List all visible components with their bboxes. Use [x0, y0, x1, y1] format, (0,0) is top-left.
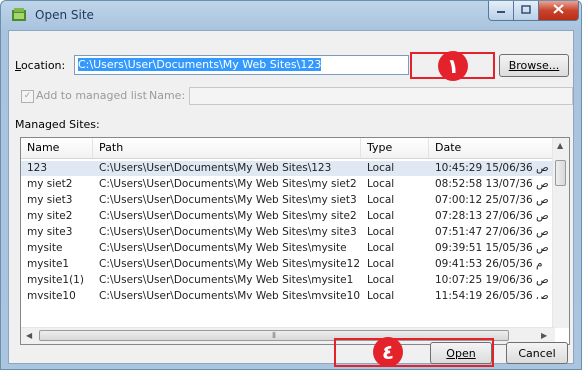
site-type: Local: [367, 242, 395, 254]
site-path: C:\Users\User\Documents\My Web Sites\my …: [99, 178, 357, 190]
annotation-badge-4: ٤: [373, 337, 403, 367]
site-name: my site2: [27, 210, 73, 222]
open-site-dialog: Open Site Location: C:\Users\User\Docume…: [0, 0, 582, 370]
list-header: Name Path Type Date: [21, 138, 555, 159]
add-managed-checkbox[interactable]: ✓: [21, 90, 34, 103]
site-type: Local: [367, 274, 395, 286]
site-name: 123: [27, 162, 48, 174]
location-value: C:\Users\User\Documents\My Web Sites\123: [78, 58, 322, 71]
scroll-up-icon[interactable]: ▲: [557, 141, 563, 150]
open-button[interactable]: Open: [430, 342, 492, 364]
open-label: Open: [446, 346, 476, 360]
site-type: Local: [367, 210, 395, 222]
site-type: Local: [367, 226, 395, 238]
site-date: ص 27/06/36 07:51:47: [435, 226, 549, 238]
location-label: Location:: [15, 59, 66, 72]
managed-sites-label: Managed Sites:: [15, 118, 100, 131]
site-icon: [11, 7, 27, 23]
location-input[interactable]: C:\Users\User\Documents\My Web Sites\123: [74, 55, 409, 75]
browse-button[interactable]: Browse...: [499, 54, 569, 77]
table-row[interactable]: my site3 C:\Users\User\Documents\My Web …: [21, 225, 555, 240]
site-name: my siet2: [27, 178, 73, 190]
managed-sites-list[interactable]: Name Path Type Date 123 C:\Users\User\Do…: [20, 137, 570, 345]
site-date: ص 13/07/36 08:52:58: [435, 178, 549, 190]
close-icon: [553, 4, 564, 17]
site-type: Local: [367, 258, 395, 270]
column-header-type[interactable]: Type: [361, 138, 429, 158]
cancel-button[interactable]: Cancel: [506, 342, 568, 364]
window-title: Open Site: [35, 8, 94, 22]
vertical-scrollbar[interactable]: ▲: [552, 138, 569, 328]
site-type: Local: [367, 290, 395, 299]
maximize-button[interactable]: [514, 1, 539, 21]
maximize-icon: [521, 4, 531, 17]
add-managed-label: Add to managed list: [36, 89, 147, 102]
table-row[interactable]: mysite1(1) C:\Users\User\Documents\My We…: [21, 273, 555, 288]
site-path: C:\Users\User\Documents\My Web Sites\123: [99, 162, 332, 174]
table-row[interactable]: my siet3 C:\Users\User\Documents\My Web …: [21, 193, 555, 208]
site-path: C:\Users\User\Documents\My Web Sites\my …: [99, 226, 357, 238]
site-path: C:\Users\User\Documents\My Web Sites\my …: [99, 194, 357, 206]
table-row[interactable]: 123 C:\Users\User\Documents\My Web Sites…: [21, 161, 555, 176]
vertical-scroll-thumb[interactable]: [555, 160, 566, 186]
site-type: Local: [367, 178, 395, 190]
site-path: C:\Users\User\Documents\My Web Sites\mys…: [99, 290, 360, 299]
site-name: my siet3: [27, 194, 73, 206]
minimize-icon: [496, 4, 506, 17]
close-button[interactable]: [539, 1, 579, 21]
site-name: mysite10: [27, 290, 76, 299]
site-date: ص 19/06/36 10:07:25: [435, 274, 549, 286]
site-date: ص 15/05/36 09:39:51: [435, 242, 549, 254]
site-name: mysite: [27, 242, 63, 254]
site-date: ص 15/06/36 10:45:29: [435, 162, 549, 174]
table-row[interactable]: mysite10 C:\Users\User\Documents\My Web …: [21, 289, 555, 299]
site-path: C:\Users\User\Documents\My Web Sites\mys…: [99, 242, 347, 254]
column-header-path[interactable]: Path: [93, 138, 361, 158]
site-name: mysite1(1): [27, 274, 84, 286]
site-date: ص 25/07/36 07:00:12: [435, 194, 549, 206]
site-path: C:\Users\User\Documents\My Web Sites\mys…: [99, 274, 354, 286]
title-bar[interactable]: Open Site: [1, 1, 581, 29]
column-header-date[interactable]: Date: [429, 138, 555, 158]
column-header-name[interactable]: Name: [21, 138, 93, 158]
site-date: م 26/05/36 09:41:53: [435, 258, 543, 270]
name-input[interactable]: [189, 87, 573, 105]
site-type: Local: [367, 194, 395, 206]
site-type: Local: [367, 162, 395, 174]
site-path: C:\Users\User\Documents\My Web Sites\my …: [99, 210, 357, 222]
browse-label: Browse...: [508, 59, 560, 72]
table-row[interactable]: mysite1 C:\Users\User\Documents\My Web S…: [21, 257, 555, 272]
site-date: ص 27/06/36 07:28:13: [435, 210, 549, 222]
annotation-badge-1: ١: [438, 51, 468, 81]
name-label: Name:: [149, 89, 186, 102]
table-row[interactable]: my site2 C:\Users\User\Documents\My Web …: [21, 209, 555, 224]
site-name: mysite1: [27, 258, 70, 270]
site-name: my site3: [27, 226, 73, 238]
site-date: ص 26/05/36 11:54:19: [435, 290, 549, 299]
table-row[interactable]: my siet2 C:\Users\User\Documents\My Web …: [21, 177, 555, 192]
table-row[interactable]: mysite C:\Users\User\Documents\My Web Si…: [21, 241, 555, 256]
site-path: C:\Users\User\Documents\My Web Sites\mys…: [99, 258, 360, 270]
dialog-body: Location: C:\Users\User\Documents\My Web…: [8, 30, 574, 367]
minimize-button[interactable]: [488, 1, 514, 21]
scroll-left-icon[interactable]: ◀: [26, 331, 32, 340]
location-label-text: ocation:: [20, 59, 66, 72]
cancel-label: Cancel: [518, 346, 556, 360]
scroll-right-icon[interactable]: ▶: [541, 331, 547, 340]
